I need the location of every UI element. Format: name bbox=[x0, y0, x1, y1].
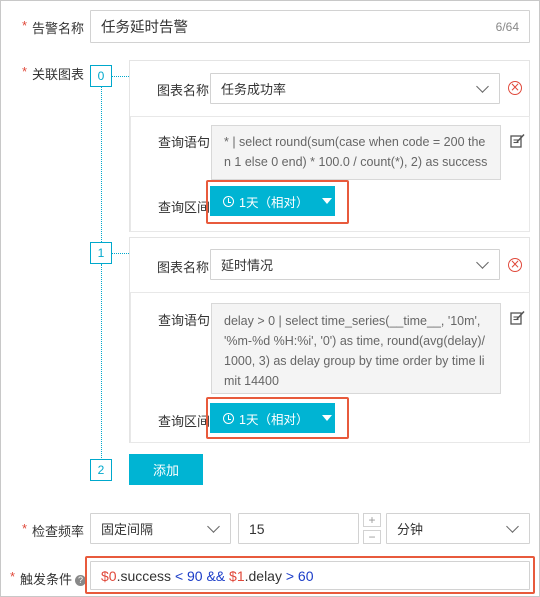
chart-name-label: 图表名称 bbox=[157, 260, 210, 275]
alert-name-input[interactable]: 任务延时告警 6/64 bbox=[90, 10, 530, 43]
chart-name-select-1[interactable]: 延时情况 bbox=[210, 249, 500, 280]
chevron-down-icon bbox=[476, 256, 489, 269]
required-mark: * bbox=[22, 18, 28, 33]
chevron-down-icon bbox=[506, 520, 519, 533]
required-mark: * bbox=[22, 521, 28, 536]
trigger-label: 触发条件? bbox=[20, 569, 87, 588]
range-label: 查询区间 bbox=[158, 200, 211, 215]
connector-line bbox=[101, 86, 102, 246]
chevron-down-icon bbox=[207, 520, 220, 533]
connector-line bbox=[112, 76, 129, 77]
alert-name-counter: 6/64 bbox=[495, 20, 519, 34]
alert-name-label: 告警名称 bbox=[32, 21, 85, 36]
trigger-condition-input[interactable]: $0.success < 90 && $1.delay > 60 bbox=[90, 561, 530, 590]
trigger-label-text: 触发条件 bbox=[20, 572, 73, 587]
chevron-down-icon bbox=[476, 80, 489, 93]
clock-icon bbox=[223, 412, 234, 424]
chart-name-select-0[interactable]: 任务成功率 bbox=[210, 73, 500, 104]
time-range-value: 1天（相对） bbox=[239, 195, 309, 210]
linked-charts-label: 关联图表 bbox=[32, 67, 85, 82]
query-box-0[interactable]: * | select round(sum(case when code = 20… bbox=[211, 125, 501, 180]
condition-token: $0 bbox=[101, 567, 117, 584]
frequency-value: 15 bbox=[249, 520, 265, 537]
required-mark: * bbox=[10, 569, 16, 584]
frequency-value-input[interactable]: 15 bbox=[238, 513, 359, 544]
range-label: 查询区间 bbox=[158, 414, 211, 429]
frequency-mode-select[interactable]: 固定间隔 bbox=[90, 513, 231, 544]
edit-icon[interactable] bbox=[509, 133, 525, 149]
frequency-unit-value: 分钟 bbox=[397, 522, 424, 537]
alert-name-value: 任务延时告警 bbox=[101, 20, 188, 36]
connector-line bbox=[112, 253, 129, 254]
check-frequency-label: 检查频率 bbox=[32, 524, 85, 539]
condition-token: $1 bbox=[229, 567, 245, 584]
chart-index-2: 2 bbox=[90, 459, 112, 481]
chart-index-1: 1 bbox=[90, 242, 112, 264]
increment-button[interactable]: + bbox=[363, 513, 381, 527]
chart-name-value: 任务成功率 bbox=[221, 82, 287, 97]
condition-token: < 90 && bbox=[174, 567, 230, 584]
frequency-unit-select[interactable]: 分钟 bbox=[386, 513, 530, 544]
time-range-value: 1天（相对） bbox=[239, 412, 309, 427]
caret-down-icon bbox=[322, 198, 333, 204]
caret-down-icon bbox=[322, 415, 333, 421]
chart-name-label: 图表名称 bbox=[157, 83, 210, 98]
clock-icon bbox=[223, 195, 234, 207]
add-chart-button[interactable]: 添加 bbox=[129, 454, 203, 485]
condition-token: .delay bbox=[244, 567, 286, 584]
time-range-button-0[interactable]: 1天（相对） bbox=[210, 186, 335, 216]
query-box-1[interactable]: delay > 0 | select time_series(__time__,… bbox=[211, 303, 501, 394]
delete-chart-icon[interactable]: × bbox=[508, 258, 522, 272]
chart-name-value: 延时情况 bbox=[221, 258, 274, 273]
time-range-button-1[interactable]: 1天（相对） bbox=[210, 403, 335, 433]
delete-chart-icon[interactable]: × bbox=[508, 81, 522, 95]
alert-form: * 告警名称 任务延时告警 6/64 * 关联图表 0 1 2 图表名称 任务成… bbox=[0, 0, 540, 597]
connector-line bbox=[101, 264, 102, 460]
decrement-button[interactable]: − bbox=[363, 530, 381, 544]
chart-index-0: 0 bbox=[90, 65, 112, 87]
condition-token: .success bbox=[116, 567, 175, 584]
query-label: 查询语句 bbox=[158, 135, 211, 150]
trigger-condition-expression: $0.success < 90 && $1.delay > 60 bbox=[101, 568, 314, 584]
required-mark: * bbox=[22, 64, 28, 79]
frequency-mode-value: 固定间隔 bbox=[101, 522, 154, 537]
edit-icon[interactable] bbox=[509, 310, 525, 326]
condition-token: > 60 bbox=[285, 567, 314, 584]
query-label: 查询语句 bbox=[158, 313, 211, 328]
